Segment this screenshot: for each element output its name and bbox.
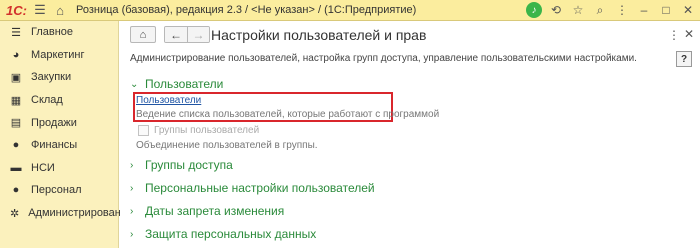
titlebar-controls: ♪ ⟲ ☆ ⌕ ⋮ – □ ✕ [526, 2, 696, 18]
sidebar-item-main[interactable]: ☰ Главное [0, 21, 118, 44]
user-groups-checkbox[interactable]: Группы пользователей [138, 125, 259, 136]
user-groups-label: Группы пользователей [154, 125, 260, 136]
sidebar: ☰ Главное ◕ Маркетинг ▣ Закупки ▦ Склад … [0, 21, 133, 248]
section-access-groups[interactable]: › Группы доступа [130, 158, 233, 172]
maximize-icon[interactable]: □ [658, 2, 674, 18]
app-logo: 1С: [6, 2, 27, 18]
section-personal-data-protection[interactable]: › Защита персональных данных [130, 227, 316, 241]
home-icon: ⌂ [139, 28, 147, 41]
marketing-icon: ◕ [12, 48, 20, 61]
home-button[interactable]: ⌂ [130, 26, 156, 43]
section-label: Защита персональных данных [145, 227, 317, 241]
sidebar-item-catalog[interactable]: ▬ НСИ [0, 157, 118, 180]
sidebar-item-label: НСИ [31, 161, 55, 174]
history-nav: ← → [164, 26, 210, 43]
cart-icon: ▣ [10, 71, 22, 84]
page-description: Администрирование пользователей, настрой… [130, 53, 637, 64]
sales-icon: ▤ [10, 117, 22, 130]
catalog-icon: ▬ [10, 161, 22, 174]
arrow-left-icon: ← [170, 27, 182, 42]
sidebar-item-warehouse[interactable]: ▦ Склад [0, 89, 118, 112]
sidebar-item-sales[interactable]: ▤ Продажи [0, 111, 118, 134]
sidebar-item-label: Продажи [31, 116, 77, 129]
users-link[interactable]: Пользователи [136, 95, 201, 106]
nav-toolbar: ⌂ ← → [130, 26, 210, 43]
back-button[interactable]: ← [165, 27, 187, 42]
section-label: Группы доступа [145, 158, 233, 172]
section-label: Даты запрета изменения [145, 204, 285, 218]
chevron-down-icon: ⌄ [130, 78, 139, 90]
close-icon[interactable]: ✕ [680, 2, 696, 18]
history-icon[interactable]: ⟲ [548, 2, 564, 18]
warehouse-icon: ▦ [10, 94, 22, 107]
menu-icon[interactable]: ☰ [32, 2, 48, 18]
section-personal-settings[interactable]: › Персональные настройки пользователей [130, 181, 375, 195]
checkbox-icon[interactable] [138, 125, 149, 136]
user-groups-description: Объединение пользователей в группы. [136, 140, 318, 151]
title-bar: 1С: ☰ ⌂ Розница (базовая), редакция 2.3 … [0, 0, 700, 21]
sidebar-item-finance[interactable]: ● Финансы [0, 134, 118, 157]
chevron-right-icon: › [130, 182, 134, 194]
forward-button[interactable]: → [187, 27, 209, 42]
sidebar-item-label: Администрирование [28, 207, 134, 220]
section-change-prohibition-dates[interactable]: › Даты запрета изменения [130, 204, 284, 218]
chevron-right-icon: › [130, 159, 134, 171]
users-description: Ведение списка пользователей, которые ра… [136, 109, 440, 120]
window-title: Розница (базовая), редакция 2.3 / <Не ук… [76, 4, 417, 16]
menu-icon: ☰ [11, 26, 21, 39]
sidebar-item-label: Склад [31, 94, 63, 107]
minimize-icon[interactable]: – [636, 2, 652, 18]
sidebar-item-label: Персонал [31, 184, 82, 197]
sidebar-item-label: Финансы [31, 139, 78, 152]
more-actions-icon[interactable]: ⋮ [668, 28, 680, 42]
chevron-right-icon: › [130, 205, 134, 217]
home-icon[interactable]: ⌂ [52, 2, 68, 18]
chevron-right-icon: › [130, 228, 134, 240]
page-title: Настройки пользователей и прав [211, 27, 427, 43]
sidebar-item-admin[interactable]: ✲ Администрирование [0, 202, 133, 225]
sidebar-item-label: Маркетинг [31, 48, 85, 61]
sidebar-item-marketing[interactable]: ◕ Маркетинг [0, 44, 118, 67]
bell-icon[interactable]: ♪ [526, 2, 542, 18]
gear-icon: ✲ [10, 207, 20, 220]
star-icon[interactable]: ☆ [570, 2, 586, 18]
sidebar-item-label: Главное [31, 26, 74, 39]
person-icon: ● [12, 184, 20, 197]
section-label: Пользователи [145, 77, 224, 91]
sidebar-item-staff[interactable]: ● Персонал [0, 179, 118, 202]
finance-icon: ● [12, 139, 20, 152]
main-panel: ⌂ ← → Настройки пользователей и прав ⋮ ✕… [120, 21, 700, 248]
section-users[interactable]: ⌄ Пользователи [130, 77, 223, 91]
help-button[interactable]: ? [676, 51, 692, 67]
section-label: Персональные настройки пользователей [145, 181, 375, 195]
search-icon[interactable]: ⌕ [592, 2, 608, 18]
sidebar-item-purchases[interactable]: ▣ Закупки [0, 66, 118, 89]
arrow-right-icon: → [192, 27, 205, 42]
close-form-icon[interactable]: ✕ [684, 27, 694, 41]
more-icon[interactable]: ⋮ [614, 2, 630, 18]
sidebar-item-label: Закупки [31, 71, 72, 84]
